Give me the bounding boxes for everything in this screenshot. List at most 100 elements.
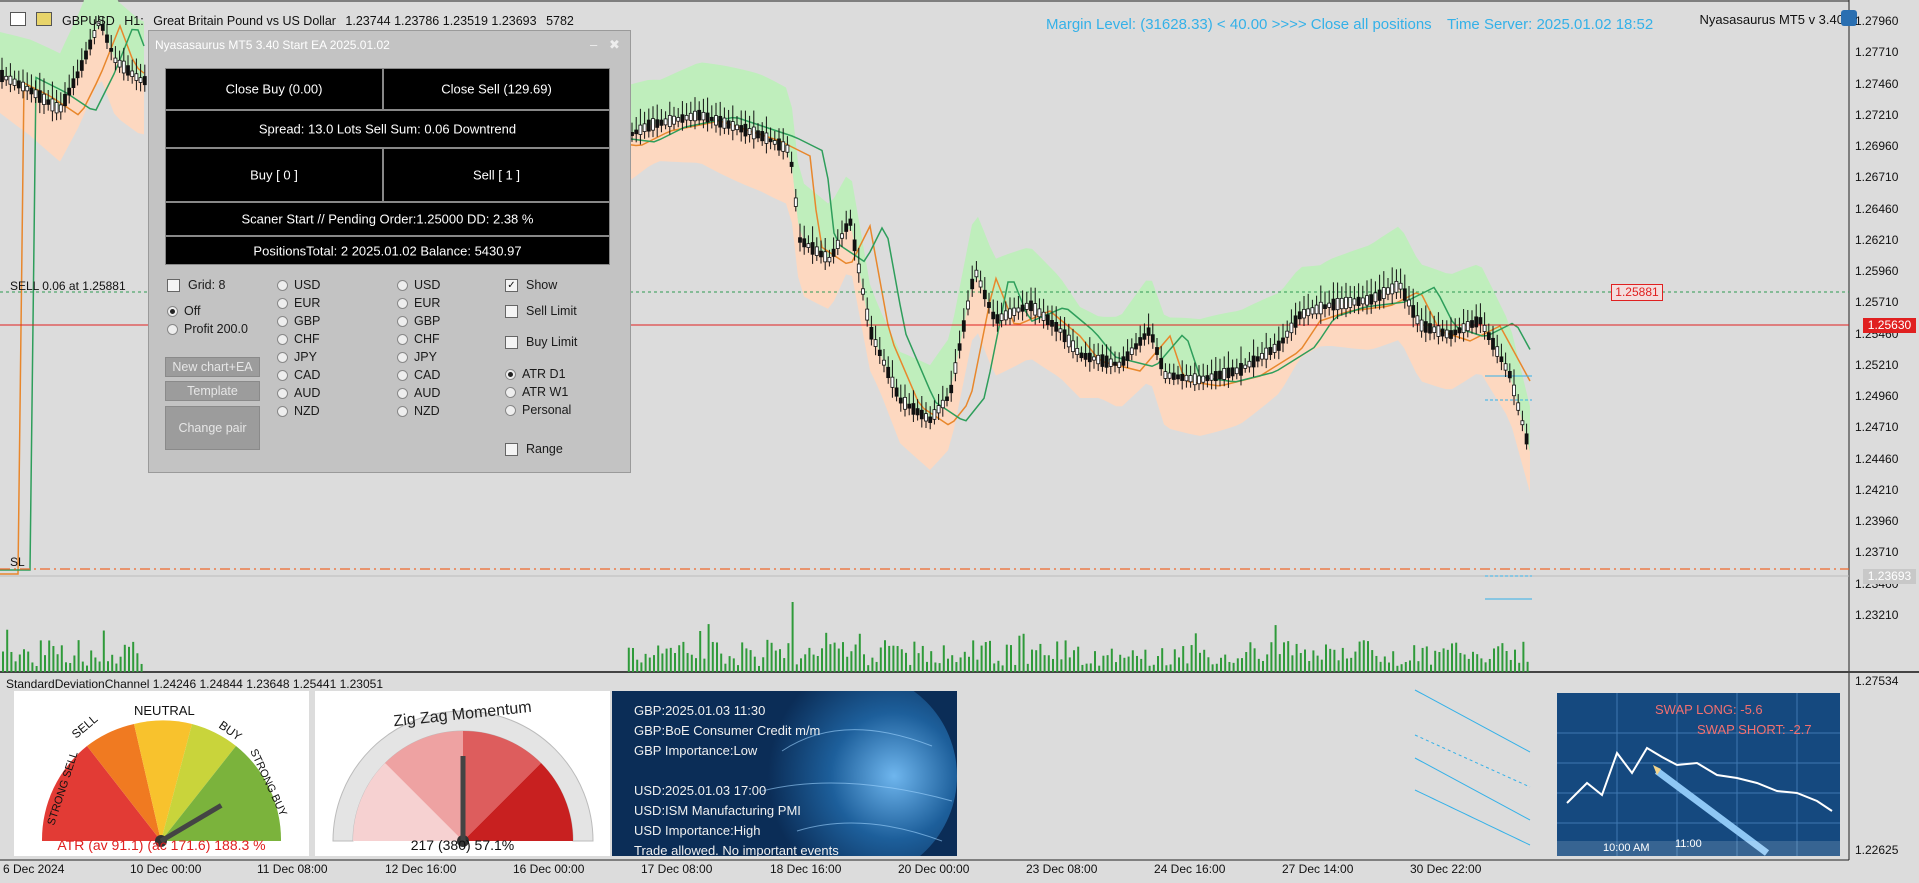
buy-limit-check-box[interactable] xyxy=(505,336,518,350)
currency-radio[interactable] xyxy=(397,370,408,382)
candle-body xyxy=(1129,347,1134,355)
template-button[interactable]: Template xyxy=(165,381,260,401)
atr-d1-radio[interactable]: ATR D1 xyxy=(505,367,566,381)
show-checkbox[interactable]: ✓ Show xyxy=(505,278,557,293)
candle-body xyxy=(63,93,67,107)
close-buy-button[interactable]: Close Buy (0.00) xyxy=(165,68,383,110)
candle-body xyxy=(1461,323,1466,334)
currency-option-usd[interactable]: USD xyxy=(397,278,440,292)
off-radio-dot[interactable] xyxy=(167,306,178,318)
currency-radio[interactable] xyxy=(277,406,288,418)
candle-body xyxy=(781,141,786,152)
currency-radio[interactable] xyxy=(277,316,288,328)
profit-radio-dot[interactable] xyxy=(167,324,178,336)
buy-label: Buy [ 0 ] xyxy=(250,167,298,183)
subwindow-max-label: 1.27534 xyxy=(1855,674,1899,688)
price-axis-label: 1.25210 xyxy=(1855,357,1899,372)
time-server-text: Time Server: 2025.01.02 18:52 xyxy=(1447,16,1654,33)
sell-limit-check-box[interactable] xyxy=(505,305,518,319)
currency-radio[interactable] xyxy=(277,280,288,292)
date-axis-label: 23 Dec 08:00 xyxy=(1026,862,1098,876)
currency-option-nzd[interactable]: NZD xyxy=(397,404,440,418)
currency-radio[interactable] xyxy=(397,316,408,328)
candle-body xyxy=(898,397,903,404)
currency-radio[interactable] xyxy=(397,406,408,418)
currency-option-eur[interactable]: EUR xyxy=(277,296,320,310)
candle-body xyxy=(37,90,42,103)
minimize-button[interactable]: – xyxy=(590,37,597,52)
candle-body xyxy=(886,366,891,379)
atr-w1-radio-dot[interactable] xyxy=(505,387,516,399)
currency-radio[interactable] xyxy=(277,334,288,346)
price-axis-label: 1.25960 xyxy=(1855,264,1899,278)
currency-radio[interactable] xyxy=(277,352,288,364)
candle-body xyxy=(1365,295,1369,306)
candle-body xyxy=(54,102,59,114)
currency-option-nzd[interactable]: NZD xyxy=(277,404,320,418)
currency-radio[interactable] xyxy=(397,298,408,310)
current-price-tag: 1.25630 xyxy=(1863,318,1916,333)
close-panel-button[interactable]: ✖ xyxy=(609,37,620,53)
currency-option-gbp[interactable]: GBP xyxy=(277,314,320,328)
candle-body xyxy=(1096,354,1101,365)
candle-body xyxy=(663,118,668,126)
neutral-gauge-label: NEUTRAL xyxy=(134,703,195,718)
currency-option-jpy[interactable]: JPY xyxy=(277,350,317,364)
grid-check-box[interactable] xyxy=(167,279,180,293)
candle-body xyxy=(1369,294,1374,305)
candle-body xyxy=(957,343,962,351)
currency-radio[interactable] xyxy=(397,352,408,364)
currency-option-cad[interactable]: CAD xyxy=(397,368,440,382)
currency-radio[interactable] xyxy=(277,388,288,400)
candle-body xyxy=(1457,327,1462,334)
candle-body xyxy=(1449,330,1453,339)
stock-chart-background-image xyxy=(1557,693,1840,856)
grid-checkbox[interactable]: Grid: 8 xyxy=(167,278,226,293)
close-sell-button[interactable]: Close Sell (129.69) xyxy=(383,68,610,110)
candle-body xyxy=(1373,292,1378,303)
candle-body xyxy=(1272,343,1277,353)
atr-w1-radio[interactable]: ATR W1 xyxy=(505,385,568,399)
currency-radio[interactable] xyxy=(397,334,408,346)
candle-body xyxy=(785,144,790,153)
currency-radio[interactable] xyxy=(277,298,288,310)
currency-option-usd[interactable]: USD xyxy=(277,278,320,292)
one-click-trading-icon[interactable] xyxy=(36,12,52,26)
chart-menu-icon[interactable] xyxy=(10,12,26,26)
currency-option-chf[interactable]: CHF xyxy=(397,332,440,346)
currency-option-aud[interactable]: AUD xyxy=(277,386,320,400)
candle-body xyxy=(982,289,987,300)
ea-control-panel[interactable]: Nyasasaurus MT5 3.40 Start EA 2025.01.02… xyxy=(148,30,631,473)
currency-option-cad[interactable]: CAD xyxy=(277,368,320,382)
currency-option-gbp[interactable]: GBP xyxy=(397,314,440,328)
buy-limit-checkbox[interactable]: Buy Limit xyxy=(505,335,577,350)
candle-body xyxy=(1499,356,1504,363)
show-check-box[interactable]: ✓ xyxy=(505,279,518,293)
candle-body xyxy=(911,403,916,415)
currency-option-eur[interactable]: EUR xyxy=(397,296,440,310)
atr-d1-radio-dot[interactable] xyxy=(505,369,516,381)
currency-option-jpy[interactable]: JPY xyxy=(397,350,437,364)
personal-radio[interactable]: Personal xyxy=(505,403,571,417)
price-axis-label: 1.26960 xyxy=(1855,139,1899,153)
candle-body xyxy=(1520,420,1525,426)
currency-radio[interactable] xyxy=(397,280,408,292)
candle-body xyxy=(924,413,928,422)
range-check-box[interactable] xyxy=(505,443,518,457)
currency-option-chf[interactable]: CHF xyxy=(277,332,320,346)
range-checkbox[interactable]: Range xyxy=(505,442,563,457)
currency-radio[interactable] xyxy=(397,388,408,400)
currency-option-aud[interactable]: AUD xyxy=(397,386,440,400)
candle-body xyxy=(789,161,794,167)
candle-body xyxy=(688,112,693,121)
sell-limit-checkbox[interactable]: Sell Limit xyxy=(505,304,577,319)
candle-body xyxy=(873,339,878,347)
sell-button[interactable]: Sell [ 1 ] xyxy=(383,148,610,202)
change-pair-button[interactable]: Change pair xyxy=(165,406,260,450)
personal-radio-dot[interactable] xyxy=(505,405,516,417)
profit-radio[interactable]: Profit 200.0 xyxy=(167,322,248,336)
buy-button[interactable]: Buy [ 0 ] xyxy=(165,148,383,202)
currency-radio[interactable] xyxy=(277,370,288,382)
off-radio[interactable]: Off xyxy=(167,304,200,318)
new-chart-button[interactable]: New chart+EA xyxy=(165,357,260,377)
